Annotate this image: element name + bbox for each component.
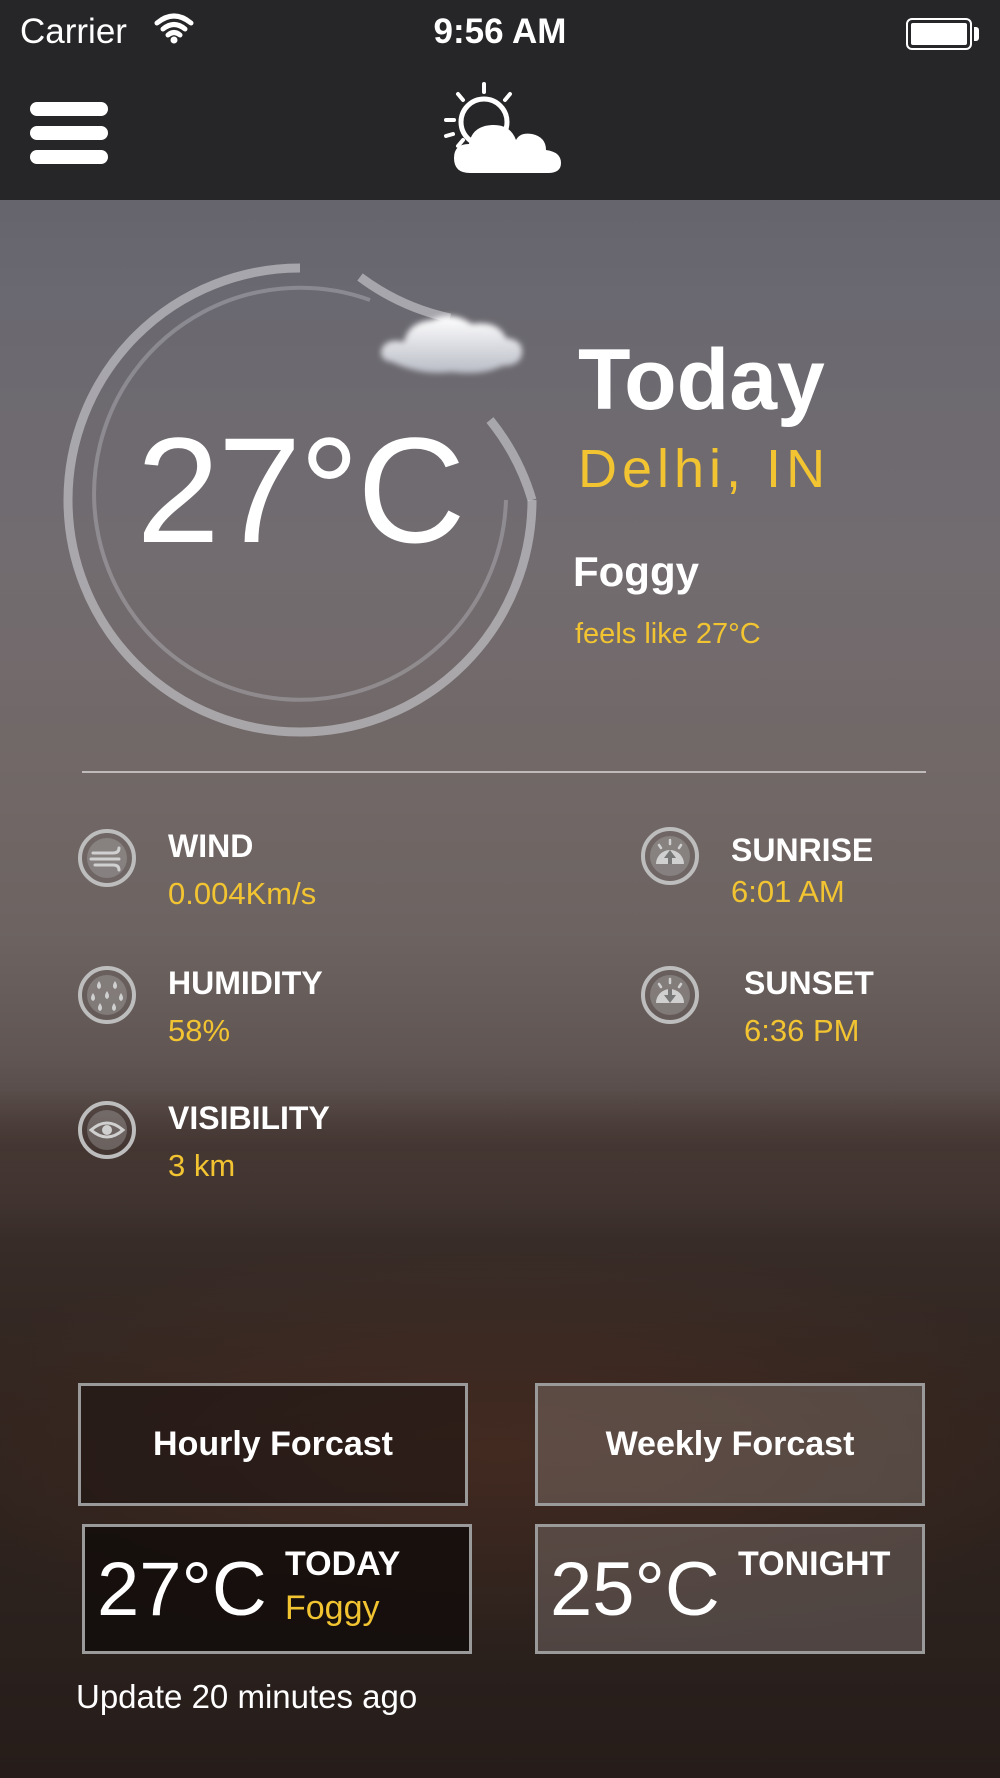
sunrise-value: 6:01 AM <box>731 874 845 909</box>
partly-cloudy-sun-icon <box>444 82 561 173</box>
battery-tip <box>974 27 979 41</box>
wind-value: 0.004Km/s <box>168 876 317 911</box>
hamburger-menu-icon[interactable] <box>30 102 108 164</box>
tonight-temperature: 25°C <box>550 1547 720 1632</box>
sunrise-label: SUNRISE <box>731 832 874 868</box>
visibility-value: 3 km <box>168 1148 236 1183</box>
condition-label: Foggy <box>573 548 699 595</box>
sunset-value: 6:36 PM <box>744 1013 860 1048</box>
hourly-forecast-button[interactable]: Hourly Forcast <box>78 1383 468 1506</box>
status-bar: Carrier 9:56 AM <box>0 0 1000 66</box>
feels-like-label: feels like 27°C <box>575 618 761 650</box>
visibility-label: VISIBILITY <box>168 1100 330 1136</box>
location-label: Delhi, IN <box>578 439 831 499</box>
status-time: 9:56 AM <box>433 12 567 51</box>
battery-icon <box>906 18 972 50</box>
wind-icon <box>78 829 136 887</box>
today-condition: Foggy <box>285 1589 380 1627</box>
sunrise-icon <box>641 827 699 885</box>
wind-label: WIND <box>168 828 254 864</box>
cloud-icon <box>381 315 523 374</box>
page-title: Today <box>578 332 825 428</box>
current-temperature: 27°C <box>136 406 465 574</box>
sunset-icon <box>641 966 699 1024</box>
today-label: TODAY <box>285 1545 401 1583</box>
humidity-label: HUMIDITY <box>168 965 323 1001</box>
tonight-forecast-card[interactable]: 25°C TONIGHT <box>535 1524 925 1654</box>
sunset-label: SUNSET <box>744 965 874 1001</box>
weekly-forecast-button[interactable]: Weekly Forcast <box>535 1383 925 1506</box>
update-status: Update 20 minutes ago <box>76 1678 418 1715</box>
humidity-drops-icon <box>78 966 136 1024</box>
humidity-value: 58% <box>168 1013 231 1048</box>
today-temperature: 27°C <box>97 1547 267 1632</box>
eye-icon <box>78 1101 136 1159</box>
background-haze <box>0 1090 1000 1210</box>
today-forecast-card[interactable]: 27°C TODAY Foggy <box>82 1524 472 1654</box>
divider <box>82 771 926 773</box>
top-bar: Carrier 9:56 AM <box>0 0 1000 200</box>
tonight-label: TONIGHT <box>738 1545 891 1583</box>
